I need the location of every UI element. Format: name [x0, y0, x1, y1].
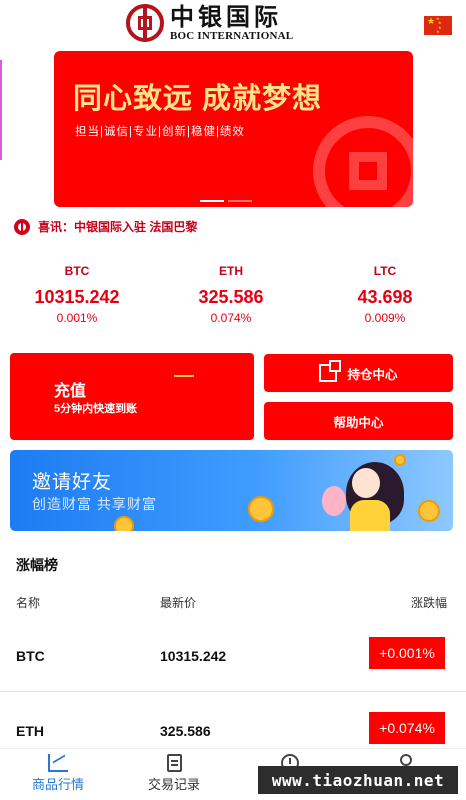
- news-ticker[interactable]: 喜讯：中银国际入驻 法国巴黎: [14, 218, 197, 235]
- positions-button[interactable]: 持仓中心: [264, 354, 453, 392]
- market-tickers: BTC 10315.242 0.001% ETH 325.586 0.074% …: [0, 263, 466, 329]
- row-price: 10315.242: [160, 648, 227, 664]
- table-row[interactable]: BTC 10315.242 +0.001%: [0, 620, 466, 692]
- brand-name-cn: 中银国际: [170, 2, 282, 31]
- row-symbol: ETH: [16, 723, 44, 739]
- banner-pagination[interactable]: [200, 200, 252, 202]
- coin-icon: [248, 496, 274, 522]
- row-symbol: BTC: [16, 648, 45, 664]
- ticker-price: 325.586: [198, 287, 264, 307]
- site-watermark: www.tiaozhuan.net: [258, 766, 458, 794]
- deposit-button[interactable]: 充值 5分钟内快速到账: [10, 353, 254, 440]
- help-label: 帮助中心: [333, 415, 384, 430]
- balloon-icon: [322, 486, 346, 516]
- coin-icon: [114, 516, 134, 531]
- row-divider: [0, 691, 466, 692]
- brand-logo[interactable]: 中银国际 BOC INTERNATIONAL: [126, 4, 293, 42]
- deposit-title: 充值: [54, 383, 87, 400]
- tab-label: 交易记录: [147, 777, 200, 792]
- ticker-ltc[interactable]: LTC 43.698 0.009%: [315, 263, 455, 325]
- ticker-change: 0.009%: [364, 311, 406, 325]
- positions-label: 持仓中心: [347, 367, 398, 382]
- row-change-badge: +0.001%: [369, 637, 445, 669]
- deposit-subtitle: 5分钟内快速到账: [54, 403, 138, 415]
- tab-trade-records[interactable]: 交易记录: [116, 749, 232, 800]
- deposit-accent-line: [174, 375, 194, 377]
- invite-title: 邀请好友: [32, 472, 113, 493]
- column-change: 涨跌幅: [411, 596, 448, 610]
- ticker-change: 0.001%: [56, 311, 98, 325]
- banner-dot[interactable]: [200, 200, 224, 202]
- chart-icon: [48, 754, 68, 772]
- side-edge-indicator: [0, 60, 2, 160]
- boc-logo-icon: [126, 4, 164, 42]
- boc-watermark-icon: [313, 116, 413, 207]
- promo-banner[interactable]: 同心致远 成就梦想 担当|诚信|专业|创新|稳健|绩效: [54, 51, 413, 207]
- coin-icon: [418, 500, 440, 522]
- ticker-change: 0.074%: [210, 311, 252, 325]
- banner-title: 同心致远 成就梦想: [73, 83, 323, 115]
- china-flag-icon[interactable]: ★ ★ ★ ★ ★: [424, 16, 452, 35]
- user-icon: [400, 754, 412, 766]
- banner-subtitle: 担当|诚信|专业|创新|稳健|绩效: [75, 126, 245, 138]
- row-change-badge: +0.074%: [369, 712, 445, 744]
- brand-name-en: BOC INTERNATIONAL: [170, 30, 294, 42]
- ticker-symbol: LTC: [373, 264, 397, 278]
- row-price: 325.586: [160, 723, 211, 739]
- ticker-price: 10315.242: [34, 287, 120, 307]
- tab-label: 商品行情: [31, 777, 84, 792]
- help-button[interactable]: 帮助中心: [264, 402, 453, 440]
- news-text: 喜讯：中银国际入驻 法国巴黎: [38, 220, 198, 234]
- invite-banner[interactable]: 邀请好友 创造财富 共享财富: [10, 450, 453, 531]
- tab-market[interactable]: 商品行情: [0, 749, 116, 800]
- news-globe-icon: [14, 218, 30, 235]
- document-icon: [166, 754, 182, 772]
- coin-icon: [394, 454, 406, 466]
- ticker-symbol: ETH: [219, 264, 243, 278]
- column-name: 名称: [16, 596, 41, 610]
- column-latest-price: 最新价: [160, 596, 197, 610]
- positions-icon: [319, 360, 342, 382]
- header: 中银国际 BOC INTERNATIONAL ★ ★ ★ ★ ★: [0, 0, 466, 50]
- banner-dot[interactable]: [228, 200, 252, 202]
- ticker-btc[interactable]: BTC 10315.242 0.001%: [7, 263, 147, 325]
- ranking-title: 涨幅榜: [16, 557, 58, 573]
- ticker-eth[interactable]: ETH 325.586 0.074%: [161, 263, 301, 325]
- ticker-price: 43.698: [357, 287, 413, 307]
- girl-body: [350, 500, 390, 531]
- ticker-symbol: BTC: [64, 264, 90, 278]
- girl-face: [352, 468, 380, 498]
- invite-subtitle: 创造财富 共享财富: [32, 496, 157, 512]
